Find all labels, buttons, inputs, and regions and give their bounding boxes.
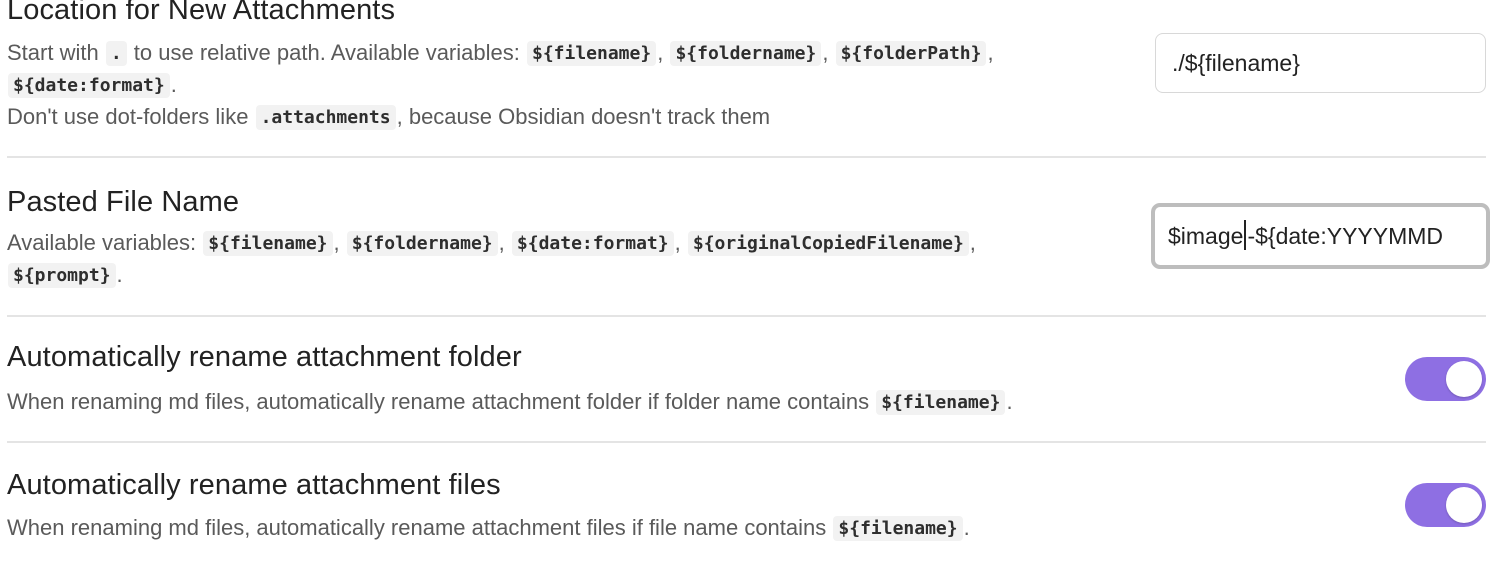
- setting-title: Location for New Attachments: [7, 0, 396, 26]
- setting-description-line: When renaming md files, automatically re…: [7, 389, 1013, 415]
- setting-pasted-file-name: Pasted File Name Available variables: ${…: [0, 158, 1490, 314]
- code-dot: .: [105, 41, 127, 66]
- toggle-knob: [1446, 361, 1482, 397]
- code-var-prompt: ${prompt}: [8, 263, 116, 288]
- description-text: , because Obsidian doesn't track them: [396, 104, 771, 129]
- description-text: When renaming md files, automatically re…: [7, 389, 870, 414]
- pasted-file-name-input[interactable]: $image -${date:YYYYMMD: [1151, 203, 1490, 269]
- code-var-date: ${date:format}: [511, 231, 674, 256]
- input-value-after-caret: -${date:YYYYMMD: [1247, 223, 1444, 249]
- rename-folder-toggle[interactable]: [1405, 357, 1486, 401]
- setting-description-line: Don't use dot-folders like .attachments,…: [7, 104, 770, 130]
- setting-title: Automatically rename attachment files: [7, 469, 501, 501]
- setting-description-line: ${prompt}.: [7, 262, 123, 288]
- code-var-folderpath: ${folderPath}: [835, 41, 987, 66]
- code-var-original-copied-filename: ${originalCopiedFilename}: [687, 231, 969, 256]
- setting-description-line: Available variables: ${filename}, ${fold…: [7, 230, 976, 256]
- code-var-foldername: ${foldername}: [346, 231, 498, 256]
- code-var-filename: ${filename}: [833, 516, 963, 541]
- setting-auto-rename-files: Automatically rename attachment files Wh…: [0, 443, 1490, 561]
- setting-title: Automatically rename attachment folder: [7, 341, 522, 373]
- setting-description-line: ${date:format}.: [7, 72, 177, 98]
- code-var-filename: ${filename}: [876, 390, 1006, 415]
- code-var-foldername: ${foldername}: [670, 41, 822, 66]
- input-value-before-caret: $image: [1168, 223, 1244, 249]
- description-text: When renaming md files, automatically re…: [7, 515, 827, 540]
- rename-files-toggle[interactable]: [1405, 483, 1486, 527]
- setting-auto-rename-folder: Automatically rename attachment folder W…: [0, 317, 1490, 441]
- code-var-date: ${date:format}: [8, 73, 170, 98]
- input-value: ./${filename}: [1172, 50, 1300, 76]
- setting-description-line: Start with . to use relative path. Avail…: [7, 40, 994, 66]
- code-attachments: .attachments: [255, 105, 396, 130]
- toggle-knob: [1446, 487, 1482, 523]
- description-text: Available variables:: [7, 230, 197, 255]
- description-text: to use relative path. Available variable…: [133, 40, 520, 65]
- code-var-filename: ${filename}: [203, 231, 333, 256]
- description-text: Start with: [7, 40, 99, 65]
- location-path-input[interactable]: ./${filename}: [1155, 33, 1486, 93]
- code-var-filename: ${filename}: [526, 41, 657, 66]
- setting-title: Pasted File Name: [7, 186, 240, 218]
- setting-location-new-attachments: Location for New Attachments Start with …: [0, 0, 1490, 150]
- description-text: Don't use dot-folders like: [7, 104, 249, 129]
- setting-description-line: When renaming md files, automatically re…: [7, 515, 970, 541]
